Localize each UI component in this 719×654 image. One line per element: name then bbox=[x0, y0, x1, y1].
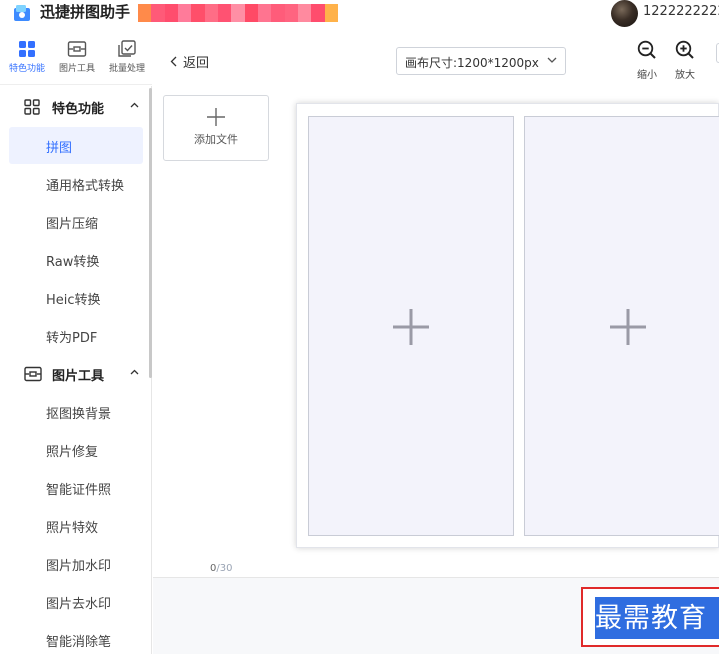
collage-cell[interactable] bbox=[524, 116, 719, 536]
canvas-size-label: 画布尺寸:1200*1200px bbox=[405, 56, 539, 70]
grid-icon bbox=[19, 41, 35, 57]
sidebar-item-label: 智能证件照 bbox=[46, 483, 112, 498]
sidebar-item-format-convert[interactable]: 通用格式转换 bbox=[9, 165, 143, 202]
sidebar-item-id-photo[interactable]: 智能证件照 bbox=[9, 469, 143, 506]
sidebar-item-label: 转为PDF bbox=[46, 331, 98, 346]
tool-image-button[interactable]: 图片工具 bbox=[52, 40, 102, 80]
zoom-in-label: 放大 bbox=[675, 70, 695, 81]
sidebar-item-compress[interactable]: 图片压缩 bbox=[9, 203, 143, 240]
sidebar-item-photo-repair[interactable]: 照片修复 bbox=[9, 431, 143, 468]
sidebar-item-label: 通用格式转换 bbox=[46, 179, 125, 194]
sidebar-scrollbar[interactable] bbox=[149, 88, 152, 378]
chevron-down-icon bbox=[547, 57, 557, 63]
tool-batch-button[interactable]: 批量处理 bbox=[102, 40, 152, 80]
watermark-stamp: 最需教育 bbox=[581, 587, 719, 647]
image-tool-icon bbox=[67, 41, 87, 57]
back-label: 返回 bbox=[183, 56, 210, 71]
zoom-in-button[interactable]: 放大 bbox=[670, 40, 700, 81]
collage-cell[interactable] bbox=[308, 116, 514, 536]
tool-batch-label: 批量处理 bbox=[108, 64, 145, 74]
chevron-up-icon bbox=[130, 102, 139, 108]
plus-icon bbox=[610, 309, 646, 345]
sidebar-item-label: Heic转换 bbox=[46, 293, 101, 308]
tool-feature-label: 特色功能 bbox=[8, 64, 45, 74]
collage-canvas bbox=[296, 103, 719, 548]
sidebar-group-label: 特色功能 bbox=[52, 102, 105, 117]
plus-icon bbox=[207, 108, 225, 126]
app-logo-icon bbox=[14, 5, 30, 21]
file-counter: 0/30 bbox=[210, 563, 232, 574]
plus-icon bbox=[393, 309, 429, 345]
user-name[interactable]: 12222222222 bbox=[643, 4, 719, 19]
sidebar-item-label: 图片加水印 bbox=[46, 559, 112, 574]
sidebar-item-collage[interactable]: 拼图 bbox=[9, 127, 143, 164]
sidebar-item-remove-watermark[interactable]: 图片去水印 bbox=[9, 583, 143, 620]
zoom-out-label: 缩小 bbox=[637, 70, 657, 81]
sidebar-item-photo-effects[interactable]: 照片特效 bbox=[9, 507, 143, 544]
add-file-label: 添加文件 bbox=[194, 133, 238, 146]
add-file-button[interactable]: 添加文件 bbox=[163, 95, 269, 161]
sidebar-group-image-tools[interactable]: 图片工具 bbox=[0, 356, 150, 392]
avatar[interactable] bbox=[611, 0, 638, 27]
sidebar-item-label: Raw转换 bbox=[46, 255, 100, 270]
canvas-size-select[interactable]: 画布尺寸:1200*1200px bbox=[396, 47, 566, 75]
feature-grid-icon bbox=[24, 99, 40, 115]
sidebar-item-label: 图片压缩 bbox=[46, 217, 99, 232]
sidebar-item-label: 智能消除笔 bbox=[46, 635, 112, 650]
sidebar-item-label: 抠图换背景 bbox=[46, 407, 112, 422]
blurred-banner bbox=[138, 4, 338, 22]
watermark-text: 最需教育 bbox=[595, 603, 707, 634]
zoom-in-icon bbox=[675, 40, 694, 59]
batch-icon bbox=[118, 40, 136, 57]
sidebar-item-label: 照片特效 bbox=[46, 521, 99, 536]
back-button[interactable]: 返回 bbox=[170, 52, 209, 71]
sidebar-group-label: 图片工具 bbox=[52, 369, 105, 384]
sidebar-item-label: 照片修复 bbox=[46, 445, 99, 460]
tool-image-label: 图片工具 bbox=[58, 64, 95, 74]
zoom-out-button[interactable]: 缩小 bbox=[632, 40, 662, 81]
chevron-up-icon bbox=[130, 369, 139, 375]
sidebar-group-feature[interactable]: 特色功能 bbox=[0, 89, 150, 125]
sidebar-item-to-pdf[interactable]: 转为PDF bbox=[9, 317, 143, 354]
sidebar-item-add-watermark[interactable]: 图片加水印 bbox=[9, 545, 143, 582]
sidebar-item-heic-convert[interactable]: Heic转换 bbox=[9, 279, 143, 316]
image-tool-icon bbox=[24, 366, 42, 382]
chevron-left-icon bbox=[170, 56, 177, 67]
sidebar-item-raw-convert[interactable]: Raw转换 bbox=[9, 241, 143, 278]
title-bar: 迅捷拼图助手 12222222222 bbox=[0, 0, 719, 27]
tool-feature-button[interactable]: 特色功能 bbox=[2, 40, 52, 80]
sidebar-item-cutout[interactable]: 抠图换背景 bbox=[9, 393, 143, 430]
app-title: 迅捷拼图助手 bbox=[40, 3, 131, 21]
zoom-out-icon bbox=[637, 40, 656, 59]
sidebar-item-label: 拼图 bbox=[46, 141, 73, 156]
top-tool-row: 特色功能 图片工具 批量处理 bbox=[0, 28, 152, 85]
sidebar-item-label: 图片去水印 bbox=[46, 597, 112, 612]
sidebar-item-smart-eraser[interactable]: 智能消除笔 bbox=[9, 621, 143, 654]
file-count-max: /30 bbox=[216, 563, 233, 574]
